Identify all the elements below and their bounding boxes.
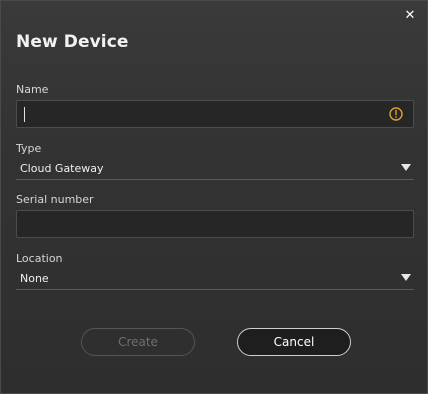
chevron-down-icon [401,164,411,171]
serial-number-label: Serial number [16,193,94,206]
type-select[interactable]: Cloud Gateway [16,159,414,180]
name-input[interactable] [16,100,414,128]
serial-number-input[interactable] [16,210,414,238]
cancel-button[interactable]: Cancel [237,328,351,356]
name-label: Name [16,83,49,96]
close-icon[interactable]: ✕ [403,9,417,23]
info-icon[interactable] [389,107,403,121]
text-caret [24,107,25,122]
location-label: Location [16,252,63,265]
location-select[interactable]: None [16,269,414,290]
new-device-dialog: ✕ New Device Name Type Cloud Gateway Ser… [0,0,428,394]
type-label: Type [16,142,42,155]
create-button[interactable]: Create [81,328,195,356]
location-select-value: None [20,272,49,285]
chevron-down-icon [401,274,411,281]
dialog-title: New Device [16,32,129,52]
type-select-value: Cloud Gateway [20,162,104,175]
